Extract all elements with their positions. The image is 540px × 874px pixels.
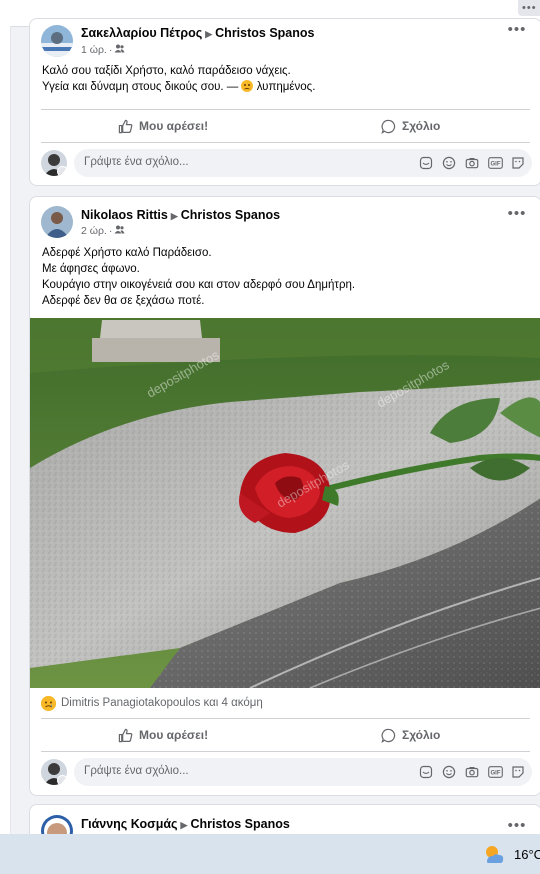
author-line: Σακελλαρίου Πέτρος ▶ Christos Spanos xyxy=(81,26,314,40)
comment-placeholder: Γράψτε ένα σχόλιο... xyxy=(84,765,189,777)
gif-icon[interactable]: GIF xyxy=(487,155,503,171)
like-button[interactable]: Μου αρέσει! xyxy=(118,719,208,751)
post-text: Αδερφέ Χρήστο καλό Παράδεισο. Με άφησες … xyxy=(30,245,540,309)
post-line: Αδερφέ Χρήστο καλό Παράδεισο. xyxy=(42,247,212,259)
more-dots: ••• xyxy=(522,2,537,14)
comment-button[interactable]: Σχόλιο xyxy=(381,110,440,142)
post-actions: Μου αρέσει! Σχόλιο xyxy=(41,109,530,143)
author-avatar[interactable] xyxy=(41,25,73,57)
target-name[interactable]: Christos Spanos xyxy=(181,208,280,222)
post-1: Σακελλαρίου Πέτρος ▶ Christos Spanos 1 ώρ.… xyxy=(29,18,540,186)
post-line: Με άφησες άφωνο. xyxy=(42,263,140,275)
arrow-right-icon: ▶ xyxy=(170,211,178,221)
comment-row: Γράψτε ένα σχόλιο... GIF xyxy=(30,752,540,792)
emoji-icon[interactable] xyxy=(441,155,457,171)
sad-emoji-icon xyxy=(41,695,56,711)
gif-icon[interactable]: GIF xyxy=(487,764,503,780)
arrow-right-icon: ▶ xyxy=(205,29,213,39)
comment-button[interactable]: Σχόλιο xyxy=(381,719,440,751)
post-line-emoji: Υγεία και δύναμη στους δικούς σου. — λυπ… xyxy=(42,80,316,93)
comment-tools: GIF xyxy=(411,155,526,171)
camera-icon[interactable] xyxy=(464,764,480,780)
comment-tools: GIF xyxy=(411,764,526,780)
like-icon xyxy=(118,119,133,133)
temperature[interactable]: 16°C xyxy=(514,847,540,862)
post-text: Καλό σου ταξίδι Χρήστο, καλό παράδεισο ν… xyxy=(30,63,540,95)
target-name[interactable]: Christos Spanos xyxy=(190,817,289,831)
post-photo[interactable]: depositphotos depositphotos depositphoto… xyxy=(30,318,540,688)
author-name[interactable]: Γιάννης Κοσμάς xyxy=(81,817,178,831)
friends-icon xyxy=(114,44,125,56)
post-time[interactable]: 2 ώρ. xyxy=(81,225,107,237)
sticker-icon[interactable] xyxy=(418,155,434,171)
reactions-text: Dimitris Panagiotakopoulos και 4 ακόμη xyxy=(61,697,263,709)
like-label: Μου αρέσει! xyxy=(139,728,209,742)
post-meta: 2 ώρ. · xyxy=(81,225,125,237)
sticker-icon[interactable] xyxy=(418,764,434,780)
left-rail xyxy=(0,26,11,834)
post-line: Κουράγιο στην οικογένειά σου και στον αδ… xyxy=(42,279,356,291)
post-header: Σακελλαρίου Πέτρος ▶ Christos Spanos 1 ώρ.… xyxy=(30,19,540,63)
camera-icon[interactable] xyxy=(464,155,480,171)
weather-icon[interactable] xyxy=(483,844,505,866)
post-time[interactable]: 1 ώρ. xyxy=(81,44,107,56)
like-icon xyxy=(118,728,133,742)
reactions-summary[interactable]: Dimitris Panagiotakopoulos και 4 ακόμη xyxy=(41,688,530,718)
comment-icon xyxy=(381,728,396,743)
comment-icon xyxy=(381,119,396,134)
comment-label: Σχόλιο xyxy=(402,119,441,133)
post-more-button[interactable]: ••• xyxy=(507,22,527,41)
post-more-button[interactable]: ••• xyxy=(507,206,527,225)
comment-placeholder: Γράψτε ένα σχόλιο... xyxy=(84,156,189,168)
author-name[interactable]: Σακελλαρίου Πέτρος xyxy=(81,26,202,40)
author-avatar[interactable] xyxy=(41,206,73,238)
taskbar: 16°C xyxy=(0,834,540,874)
author-line: Γιάννης Κοσμάς ▶ Christos Spanos xyxy=(81,817,290,831)
author-line: Nikolaos Rittis ▶ Christos Spanos xyxy=(81,208,280,222)
post-line: Καλό σου ταξίδι Χρήστο, καλό παράδεισο ν… xyxy=(42,65,291,77)
comment-input[interactable]: Γράψτε ένα σχόλιο... GIF xyxy=(74,149,532,177)
avatar-sticker-icon[interactable] xyxy=(510,764,526,780)
post-header: Nikolaos Rittis ▶ Christos Spanos 2 ώρ. · •… xyxy=(30,197,540,241)
like-label: Μου αρέσει! xyxy=(139,119,209,133)
avatar-sticker-icon[interactable] xyxy=(510,155,526,171)
friends-icon xyxy=(114,225,125,237)
post-meta: 1 ώρ. · xyxy=(81,44,125,56)
post-actions: Μου αρέσει! Σχόλιο xyxy=(41,718,530,752)
emoji-icon[interactable] xyxy=(441,764,457,780)
sad-emoji-icon xyxy=(241,80,254,92)
my-avatar[interactable] xyxy=(41,150,67,176)
comment-input[interactable]: Γράψτε ένα σχόλιο... GIF xyxy=(74,758,532,786)
target-name[interactable]: Christos Spanos xyxy=(215,26,314,40)
author-name[interactable]: Nikolaos Rittis xyxy=(81,208,168,222)
svg-text:GIF: GIF xyxy=(490,162,500,168)
post-2: Nikolaos Rittis ▶ Christos Spanos 2 ώρ. · •… xyxy=(29,196,540,796)
arrow-right-icon: ▶ xyxy=(180,820,188,830)
like-button[interactable]: Μου αρέσει! xyxy=(118,110,208,142)
post-line: Αδερφέ δεν θα σε ξεχάσω ποτέ. xyxy=(42,295,205,307)
more-options-button[interactable]: ••• xyxy=(518,0,540,16)
comment-label: Σχόλιο xyxy=(402,728,441,742)
comment-row: Γράψτε ένα σχόλιο... GIF xyxy=(30,143,540,183)
my-avatar[interactable] xyxy=(41,759,67,785)
svg-text:GIF: GIF xyxy=(490,771,500,777)
